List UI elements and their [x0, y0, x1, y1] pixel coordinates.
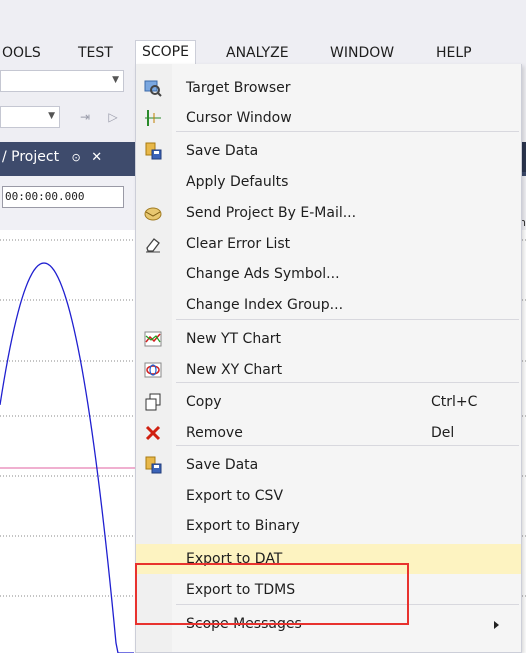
menu-item-label: Cursor Window	[186, 110, 292, 126]
menu-item-save-data[interactable]: Save Data	[136, 450, 521, 480]
menu-item-label: Export to DAT	[186, 551, 283, 567]
tab-title: / Project	[2, 149, 60, 165]
copy-icon	[144, 393, 162, 411]
yt-chart-icon	[144, 330, 162, 348]
menu-item-label: Copy	[186, 394, 222, 410]
cursor-window-icon	[144, 109, 162, 127]
play-icon[interactable]: ▷	[104, 108, 122, 126]
chevron-down-icon: ▼	[48, 111, 55, 121]
email-icon	[144, 204, 162, 222]
menu-item-label: Export to CSV	[186, 488, 284, 504]
menu-item-export-to-binary[interactable]: Export to Binary	[136, 511, 521, 541]
close-icon[interactable]: ✕	[91, 150, 102, 165]
menu-item-remove[interactable]: Remove Del	[136, 418, 521, 448]
eraser-icon	[144, 235, 162, 253]
menu-item-export-to-tdms[interactable]: Export to TDMS	[136, 575, 521, 605]
chevron-down-icon: ▼	[112, 75, 119, 85]
tab-project[interactable]: / Project ⊙ ✕	[0, 142, 140, 172]
menu-item-change-ads-symbol[interactable]: Change Ads Symbol...	[136, 259, 521, 289]
menu-item-label: Change Index Group...	[186, 297, 344, 313]
menu-bar: OOLS TEST SCOPE ANALYZE WINDOW HELP	[0, 0, 526, 64]
menu-item-label: Apply Defaults	[186, 174, 289, 190]
menu-item-label: Export to TDMS	[186, 582, 296, 598]
config-combo[interactable]: ▼	[0, 70, 124, 92]
save-data-icon	[144, 456, 162, 474]
menu-item-label: Scope Messages	[186, 616, 302, 632]
menu-item-export-to-csv[interactable]: Export to CSV	[136, 481, 521, 511]
menu-item-new-xy-chart[interactable]: New XY Chart	[136, 355, 521, 385]
menu-window[interactable]: WINDOW	[330, 42, 394, 64]
menu-item-label: Save Data	[186, 457, 259, 473]
menu-item-label: Send Project By E-Mail...	[186, 205, 357, 221]
platform-combo[interactable]: ▼	[0, 106, 60, 128]
menu-item-clear-error-list[interactable]: Clear Error List	[136, 229, 521, 259]
menu-item-send-project-by-e-mail[interactable]: Send Project By E-Mail...	[136, 198, 521, 228]
menu-item-shortcut: Del	[431, 425, 455, 441]
step-into-icon[interactable]: ⇥	[76, 108, 94, 126]
menu-item-label: Clear Error List	[186, 236, 291, 252]
menu-item-label: New YT Chart	[186, 331, 282, 347]
xy-chart-icon	[144, 361, 162, 379]
menu-item-new-yt-chart[interactable]: New YT Chart	[136, 324, 521, 354]
save-data-icon	[144, 142, 162, 160]
target-browser-icon	[144, 79, 162, 97]
menu-item-label: Save Data	[186, 143, 259, 159]
menu-tools[interactable]: OOLS	[2, 42, 41, 64]
menu-item-save-data[interactable]: Save Data	[136, 136, 521, 166]
menu-item-label: Target Browser	[186, 80, 291, 96]
submenu-arrow-icon	[494, 621, 499, 629]
menu-item-label: Remove	[186, 425, 243, 441]
remove-icon	[144, 424, 162, 442]
menu-item-label: Change Ads Symbol...	[186, 266, 340, 282]
menu-test[interactable]: TEST	[78, 42, 113, 64]
time-field[interactable]: 00:00:00.000	[2, 186, 124, 208]
menu-item-label: Export to Binary	[186, 518, 300, 534]
menu-help[interactable]: HELP	[436, 42, 472, 64]
pin-icon[interactable]: ⊙	[72, 151, 81, 164]
menu-item-change-index-group[interactable]: Change Index Group...	[136, 290, 521, 320]
menu-item-label: New XY Chart	[186, 362, 283, 378]
signal-curve	[0, 262, 134, 653]
menu-item-scope-messages[interactable]: Scope Messages	[136, 609, 521, 639]
menu-item-target-browser[interactable]: Target Browser	[136, 73, 521, 103]
scope-menu: Target Browser Cursor Window Save Data Appl…	[135, 64, 522, 653]
menu-item-export-to-dat[interactable]: Export to DAT	[136, 544, 521, 574]
menu-item-cursor-window[interactable]: Cursor Window	[136, 103, 521, 133]
menu-scope[interactable]: SCOPE	[135, 40, 196, 64]
menu-analyze[interactable]: ANALYZE	[226, 42, 289, 64]
menu-item-copy[interactable]: Copy Ctrl+C	[136, 387, 521, 417]
menu-item-apply-defaults[interactable]: Apply Defaults	[136, 167, 521, 197]
menu-item-shortcut: Ctrl+C	[431, 394, 478, 410]
